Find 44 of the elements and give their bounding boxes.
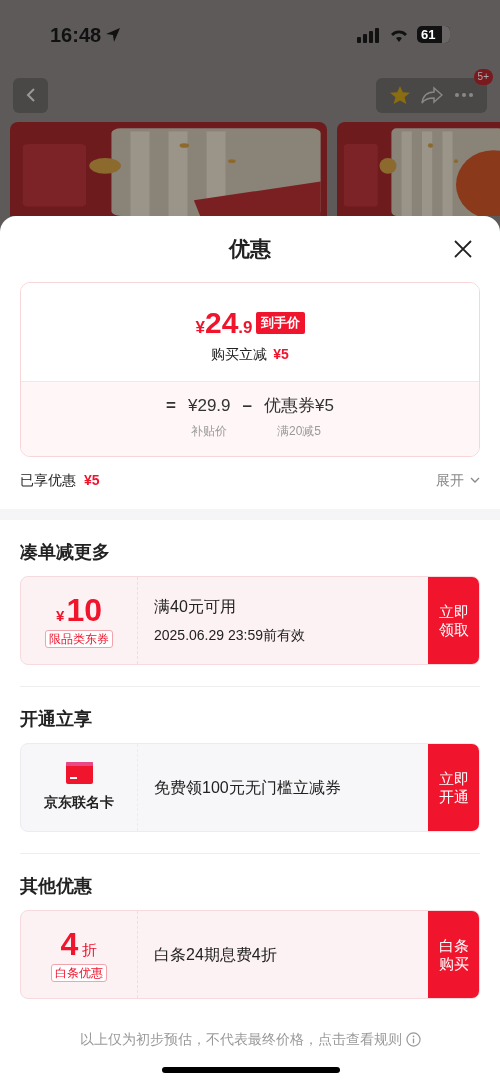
savings-label: 已享优惠 <box>20 470 76 490</box>
offer-expiry: 2025.06.29 23:59前有效 <box>154 626 306 645</box>
offer-description: 白条24期息费4折 <box>154 944 278 965</box>
section-title: 其他优惠 <box>20 875 92 898</box>
coupon-tag: 限品类东券 <box>45 629 113 648</box>
section-title: 开通立享 <box>20 708 92 731</box>
signal-icon <box>357 26 381 43</box>
discount-value: 4 折 <box>60 927 98 960</box>
sheet-title: 优惠 <box>229 236 271 263</box>
close-icon <box>454 240 472 258</box>
coupon-value: ¥10 <box>56 593 102 626</box>
instant-discount-label: 购买立减 <box>211 344 268 364</box>
close-button[interactable] <box>452 238 474 260</box>
minus-sign: – <box>242 396 252 416</box>
offer-action-button[interactable]: 立即 开通 <box>428 744 479 831</box>
status-time: 16:48 <box>50 22 102 48</box>
expand-button[interactable]: 展开 <box>436 469 480 491</box>
bank-card-icon <box>65 762 93 784</box>
offer-description: 免费领100元无门槛立减券 <box>154 777 342 798</box>
info-icon[interactable] <box>405 1032 421 1047</box>
offer-description: 满40元可用 <box>154 597 237 617</box>
coupon-amount: 优惠券¥5 <box>264 396 334 416</box>
more-icon[interactable] <box>453 92 474 98</box>
discount-tag: 白条优惠 <box>51 963 107 982</box>
price-tag: 到手价 <box>255 311 305 334</box>
coupon-condition: 满20减5 <box>276 423 321 440</box>
card-label: 京东联名卡 <box>44 793 114 812</box>
star-icon[interactable] <box>389 85 412 105</box>
back-icon <box>24 87 37 103</box>
savings-amount: ¥5 <box>84 470 100 490</box>
equals-sign: = <box>166 396 176 416</box>
share-icon[interactable] <box>421 86 444 104</box>
disclaimer-text: 以上仅为初步预估，不代表最终价格，点击查看规则 <box>79 1030 402 1049</box>
section-title: 凑单减更多 <box>20 541 110 564</box>
notification-badge: 5+ <box>473 68 493 85</box>
final-price: ¥24.9 <box>195 307 253 338</box>
battery-indicator: 61 <box>417 26 450 43</box>
instant-discount-amount: ¥5 <box>273 344 289 364</box>
location-arrow-icon <box>105 26 122 43</box>
subsidy-price: ¥29.9 <box>188 396 231 416</box>
offer-action-button[interactable]: 立即 领取 <box>428 577 479 664</box>
offer-action-button[interactable]: 白条 购买 <box>428 911 479 998</box>
subsidy-price-label: 补贴价 <box>191 423 228 440</box>
back-button[interactable] <box>13 77 48 113</box>
